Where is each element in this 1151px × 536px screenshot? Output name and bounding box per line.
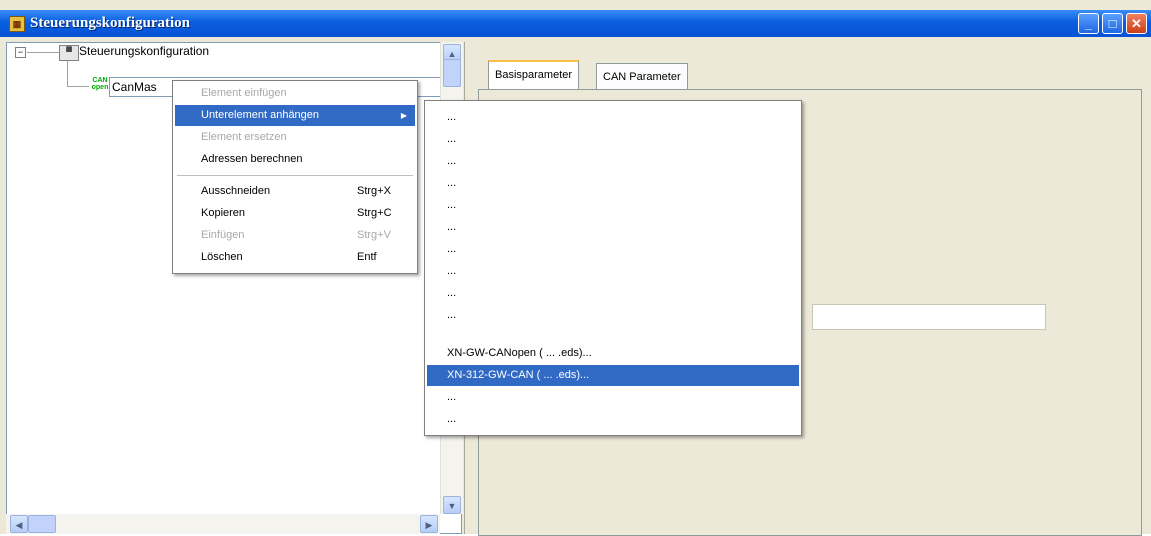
menu-item-label: Unterelement anhängen bbox=[201, 109, 320, 121]
menu-item-label: Einfügen bbox=[201, 229, 245, 241]
submenu-item[interactable]: ... bbox=[427, 409, 799, 430]
submenu-item[interactable]: ... bbox=[427, 195, 799, 216]
tree-expander[interactable]: − bbox=[15, 47, 26, 58]
main-window: ▦ Steuerungskonfiguration _ □ ✕ − ▦ Steu… bbox=[0, 0, 1151, 536]
scroll-right-button[interactable]: ▶ bbox=[420, 515, 438, 533]
submenu-item[interactable]: ... bbox=[427, 217, 799, 238]
window-title: Steuerungskonfiguration bbox=[30, 15, 191, 31]
submenu-item[interactable]: ... bbox=[427, 129, 799, 150]
menu-item-unterelement-anhaengen[interactable]: Unterelement anhängen ▶ bbox=[175, 105, 415, 126]
tree-connector bbox=[67, 60, 68, 86]
menu-item-kopieren[interactable]: Kopieren Strg+C bbox=[175, 203, 415, 224]
maximize-button[interactable]: □ bbox=[1102, 13, 1123, 34]
submenu: ... ... ... ... ... ... ... ... ... ... … bbox=[424, 100, 802, 436]
submenu-item-xn-gw-canopen[interactable]: XN-GW-CANopen ( ... .eds)... bbox=[427, 343, 799, 364]
scroll-down-button[interactable]: ▼ bbox=[443, 496, 461, 514]
minimize-button[interactable]: _ bbox=[1078, 13, 1099, 34]
title-bar[interactable]: ▦ Steuerungskonfiguration _ □ ✕ bbox=[0, 10, 1151, 37]
submenu-item[interactable]: ... bbox=[427, 305, 799, 326]
close-button[interactable]: ✕ bbox=[1126, 13, 1147, 34]
menu-item-label: Element ersetzen bbox=[201, 131, 287, 143]
menu-item-element-ersetzen[interactable]: Element ersetzen bbox=[175, 127, 415, 148]
menu-separator bbox=[177, 175, 413, 176]
submenu-item[interactable]: ... bbox=[427, 387, 799, 408]
scroll-thumb[interactable] bbox=[28, 515, 56, 533]
tree-connector bbox=[27, 52, 59, 53]
submenu-item[interactable]: ... bbox=[427, 151, 799, 172]
menu-shortcut: Strg+C bbox=[357, 207, 392, 219]
scroll-left-button[interactable]: ◀ bbox=[10, 515, 28, 533]
tab-basisparameter[interactable]: Basisparameter bbox=[488, 60, 580, 90]
controller-icon: ▦ bbox=[59, 45, 79, 61]
submenu-item[interactable]: ... bbox=[427, 107, 799, 128]
submenu-item[interactable]: ... bbox=[427, 283, 799, 304]
menu-shortcut: Entf bbox=[357, 251, 377, 263]
menu-shortcut: Strg+V bbox=[357, 229, 391, 241]
tree-item-label: CanMas bbox=[112, 80, 157, 94]
submenu-item[interactable]: ... bbox=[427, 261, 799, 282]
menu-item-label: Löschen bbox=[201, 251, 243, 263]
tab-can-parameter[interactable]: CAN Parameter bbox=[596, 63, 688, 89]
menu-item-ausschneiden[interactable]: Ausschneiden Strg+X bbox=[175, 181, 415, 202]
menu-item-label: Ausschneiden bbox=[201, 185, 271, 197]
menu-shortcut: Strg+X bbox=[357, 185, 391, 197]
parameter-field[interactable] bbox=[812, 304, 1046, 330]
tree-connector bbox=[67, 86, 89, 87]
menu-item-label: Kopieren bbox=[201, 207, 246, 219]
menu-item-label: Adressen berechnen bbox=[201, 153, 303, 165]
menu-item-label: Element einfügen bbox=[201, 87, 287, 99]
config-app-icon: ▦ bbox=[9, 16, 25, 32]
context-menu: Element einfügen Unterelement anhängen ▶ … bbox=[172, 80, 418, 274]
menu-item-element-einfuegen[interactable]: Element einfügen bbox=[175, 83, 415, 104]
menu-item-einfuegen[interactable]: Einfügen Strg+V bbox=[175, 225, 415, 246]
submenu-item[interactable]: ... bbox=[427, 173, 799, 194]
menu-item-loeschen[interactable]: Löschen Entf bbox=[175, 247, 415, 268]
submenu-item-xn-312-gw-can[interactable]: XN-312-GW-CAN ( ... .eds)... bbox=[427, 365, 799, 386]
tree-horizontal-scrollbar[interactable]: ◀ ▶ bbox=[6, 514, 440, 534]
tree-item-root[interactable]: Steuerungskonfiguration bbox=[79, 44, 209, 58]
scroll-thumb[interactable] bbox=[443, 59, 461, 87]
can-open-icon: CAN open bbox=[91, 77, 109, 91]
menu-item-adressen-berechnen[interactable]: Adressen berechnen bbox=[175, 149, 415, 170]
submenu-arrow-icon: ▶ bbox=[400, 111, 407, 120]
submenu-item[interactable]: ... bbox=[427, 239, 799, 260]
